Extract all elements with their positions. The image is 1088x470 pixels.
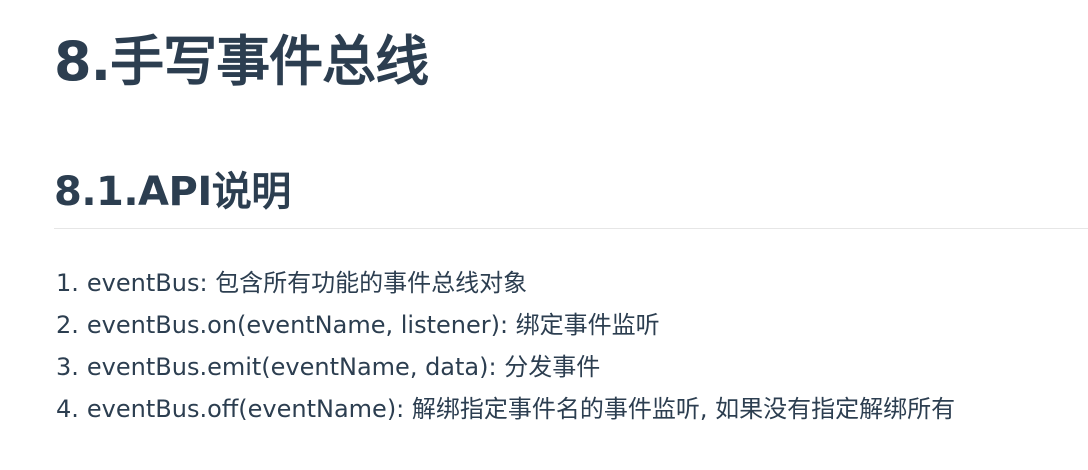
list-item-text: eventBus.off(eventName): 解绑指定事件名的事件监听, 如…: [86, 395, 956, 423]
list-item: 1. eventBus: 包含所有功能的事件总线对象: [56, 262, 955, 304]
list-item-number: 1.: [56, 269, 79, 297]
section-title: 8.1.API说明: [54, 169, 291, 215]
list-item: 4. eventBus.off(eventName): 解绑指定事件名的事件监听,…: [56, 388, 955, 430]
document-page: 8.手写事件总线 8.1.API说明 1. eventBus: 包含所有功能的事件…: [0, 0, 1088, 470]
section-divider: [54, 228, 1088, 229]
list-item-text: eventBus.on(eventName, listener): 绑定事件监听: [86, 311, 660, 339]
list-item-number: 4.: [56, 395, 79, 423]
list-item: 3. eventBus.emit(eventName, data): 分发事件: [56, 346, 955, 388]
api-list: 1. eventBus: 包含所有功能的事件总线对象 2. eventBus.on(…: [56, 262, 955, 430]
list-item: 2. eventBus.on(eventName, listener): 绑定事件…: [56, 304, 955, 346]
list-item-text: eventBus: 包含所有功能的事件总线对象: [86, 269, 528, 297]
page-title: 8.手写事件总线: [54, 30, 429, 93]
list-item-number: 3.: [56, 353, 79, 381]
list-item-number: 2.: [56, 311, 79, 339]
list-item-text: eventBus.emit(eventName, data): 分发事件: [86, 353, 601, 381]
